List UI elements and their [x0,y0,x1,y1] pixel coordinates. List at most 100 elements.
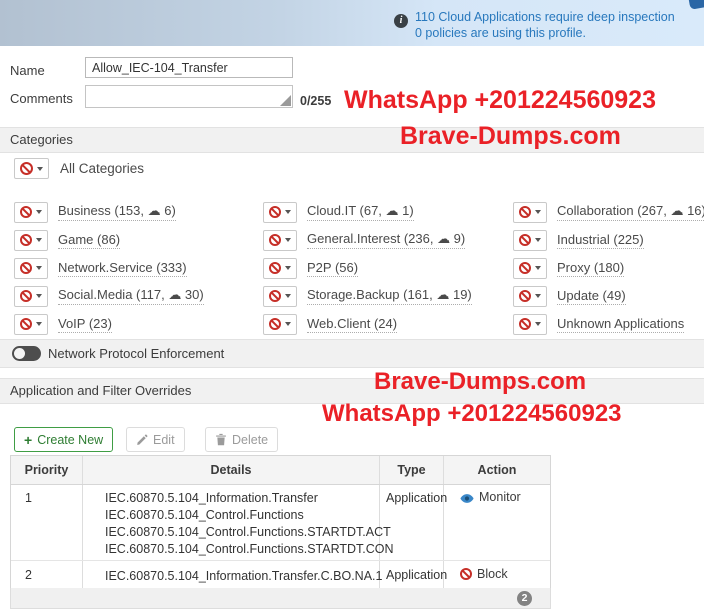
app-control-profile-page: i 110 Cloud Applications require deep in… [0,0,704,610]
category-label: Game (86) [58,232,120,249]
all-categories-label: All Categories [60,161,144,176]
col-header-priority: Priority [11,456,83,484]
create-new-button[interactable]: + Create New [14,427,113,452]
category-action-dropdown[interactable] [263,258,297,279]
chevron-down-icon [36,322,42,326]
category-label: General.Interest (236, ☁ 9) [307,231,465,249]
category-action-dropdown[interactable] [513,314,547,335]
plus-icon: + [24,432,32,448]
category-action-dropdown[interactable] [263,202,297,223]
block-icon [20,290,32,302]
chevron-down-icon [285,294,291,298]
overrides-section-title: Application and Filter Overrides [10,383,191,398]
row-count-badge: 2 [517,591,532,606]
name-label: Name [10,63,45,78]
watermark-text: Brave-Dumps.com [400,122,621,151]
action-label: Monitor [479,490,521,504]
category-item: Industrial (225) [513,226,704,254]
network-protocol-enforcement-toggle[interactable] [12,346,41,361]
action-cell: Monitor [444,485,550,560]
category-label: Storage.Backup (161, ☁ 19) [307,287,472,305]
all-categories-action-dropdown[interactable] [14,158,49,179]
npe-section-bar: Network Protocol Enforcement [0,339,704,368]
table-header-row: Priority Details Type Action [11,456,550,485]
toggle-knob [14,348,25,359]
trash-icon [215,433,227,446]
col-header-type: Type [380,456,444,484]
category-item: VoIP (23) [14,310,204,338]
category-action-dropdown[interactable] [513,286,547,307]
chevron-down-icon [37,167,43,171]
watermark-text: Brave-Dumps.com [374,368,586,396]
npe-label: Network Protocol Enforcement [48,346,224,361]
block-icon [20,262,32,274]
chevron-down-icon [285,322,291,326]
type-cell: Application [380,485,444,560]
category-action-dropdown[interactable] [513,258,547,279]
block-icon [269,318,281,330]
name-input[interactable] [85,57,293,78]
all-categories-row: All Categories [14,158,144,179]
block-icon [269,262,281,274]
detail-line: IEC.60870.5.104_Information.Transfer.C.B… [105,568,379,585]
category-item: Update (49) [513,282,704,310]
category-action-dropdown[interactable] [14,314,48,335]
chevron-down-icon [285,238,291,242]
category-label: Web.Client (24) [307,316,397,333]
category-item: Social.Media (117, ☁ 30) [14,282,204,310]
category-action-dropdown[interactable] [14,202,48,223]
chevron-down-icon [535,238,541,242]
create-new-label: Create New [37,433,103,447]
chevron-down-icon [535,322,541,326]
col-header-action: Action [444,456,550,484]
comments-input[interactable] [86,86,292,107]
category-label: Social.Media (117, ☁ 30) [58,287,204,305]
category-item: Storage.Backup (161, ☁ 19) [263,282,472,310]
category-item: Game (86) [14,226,204,254]
corner-decoration [688,0,704,10]
action-cell: Block [444,561,550,589]
category-action-dropdown[interactable] [263,286,297,307]
category-action-dropdown[interactable] [14,258,48,279]
category-label: Update (49) [557,288,626,305]
category-action-dropdown[interactable] [14,230,48,251]
category-action-dropdown[interactable] [14,286,48,307]
category-item: Unknown Applications [513,310,704,338]
comments-field-wrap [85,85,293,108]
table-row[interactable]: 1 IEC.60870.5.104_Information.Transfer I… [11,485,550,561]
col-header-details: Details [83,456,380,484]
pencil-icon [136,434,148,446]
category-item: Collaboration (267, ☁ 16) [513,198,704,226]
category-item: Network.Service (333) [14,254,204,282]
overrides-table: Priority Details Type Action 1 IEC.60870… [10,455,551,590]
delete-button[interactable]: Delete [205,427,278,452]
chevron-down-icon [535,210,541,214]
detail-line: IEC.60870.5.104_Control.Functions [105,507,379,524]
category-item: Business (153, ☁ 6) [14,198,204,226]
block-icon [519,234,531,246]
category-action-dropdown[interactable] [263,230,297,251]
categories-section-title: Categories [10,132,73,147]
category-label: Network.Service (333) [58,260,187,277]
edit-button[interactable]: Edit [126,427,185,452]
category-action-dropdown[interactable] [263,314,297,335]
category-action-dropdown[interactable] [513,230,547,251]
delete-label: Delete [232,433,268,447]
category-column-3: Collaboration (267, ☁ 16) Industrial (22… [513,198,704,338]
table-row[interactable]: 2 IEC.60870.5.104_Information.Transfer.C… [11,561,550,589]
block-icon [519,206,531,218]
block-icon [20,206,32,218]
chevron-down-icon [36,210,42,214]
category-label: Industrial (225) [557,232,644,249]
category-label: Unknown Applications [557,316,684,333]
watermark-text: WhatsApp +201224560923 [344,86,656,115]
watermark-text: WhatsApp +201224560923 [322,400,622,428]
category-column-1: Business (153, ☁ 6) Game (86) Network.Se… [14,198,204,338]
block-icon [20,234,32,246]
block-icon [519,262,531,274]
category-action-dropdown[interactable] [513,202,547,223]
chevron-down-icon [285,210,291,214]
resize-handle-icon[interactable] [280,95,291,106]
chevron-down-icon [36,266,42,270]
details-cell: IEC.60870.5.104_Information.Transfer.C.B… [83,561,380,589]
